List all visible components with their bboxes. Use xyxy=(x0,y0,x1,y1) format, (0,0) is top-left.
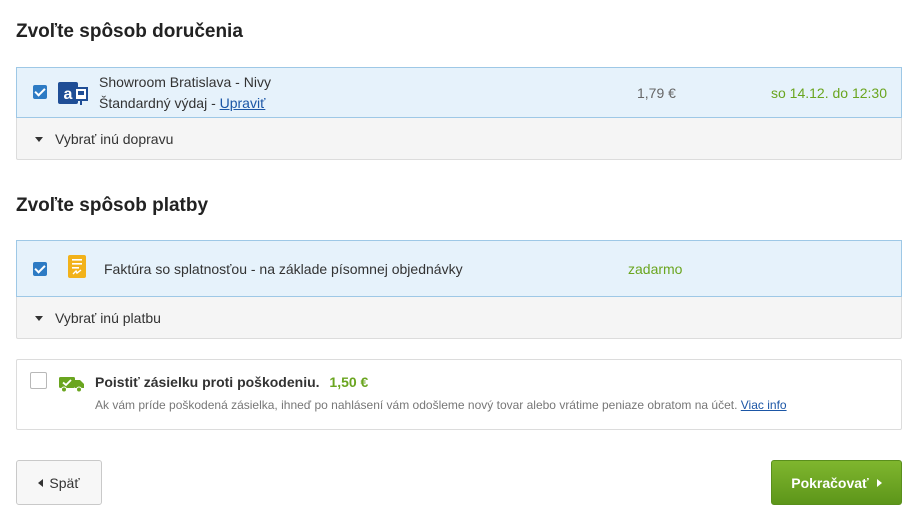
selected-payment-option[interactable]: Faktúra so splatnosťou - na základe píso… xyxy=(16,240,902,297)
payment-section-title: Zvoľte spôsob platby xyxy=(16,195,209,216)
edit-delivery-link[interactable]: Upraviť xyxy=(220,95,266,111)
chevron-left-icon xyxy=(38,478,44,487)
payment-checkbox[interactable] xyxy=(33,262,47,276)
alza-showroom-icon: a xyxy=(57,79,89,107)
insurance-description-line: Ak vám príde poškodená zásielka, ihneď p… xyxy=(95,398,787,412)
svg-text:a: a xyxy=(64,86,73,103)
delivery-eta: so 14.12. do 12:30 xyxy=(771,85,887,101)
choose-other-payment-button[interactable]: Vybrať inú platbu xyxy=(33,310,161,326)
delivery-price: 1,79 € xyxy=(637,85,676,101)
insurance-title: Poistiť zásielku proti poškodeniu. xyxy=(95,374,320,390)
delivery-method-text: Štandardný výdaj - xyxy=(99,95,216,111)
payment-option-name: Faktúra so splatnosťou - na základe píso… xyxy=(104,261,463,277)
chevron-right-icon xyxy=(876,478,882,487)
insurance-heading: Poistiť zásielku proti poškodeniu. 1,50 … xyxy=(95,374,368,390)
caret-down-icon xyxy=(35,315,43,321)
invoice-icon xyxy=(68,255,86,278)
payment-options-box: Faktúra so splatnosťou - na základe píso… xyxy=(16,240,902,339)
selected-delivery-option[interactable]: a Showroom Bratislava - Nivy Štandardný … xyxy=(16,67,902,118)
insurance-option: Poistiť zásielku proti poškodeniu. 1,50 … xyxy=(16,359,902,430)
delivery-section-title: Zvoľte spôsob doručenia xyxy=(16,21,243,42)
insurance-checkbox[interactable] xyxy=(30,372,47,389)
choose-other-delivery-label: Vybrať inú dopravu xyxy=(55,131,174,147)
back-button-label: Späť xyxy=(49,474,80,491)
continue-button[interactable]: Pokračovať xyxy=(771,460,902,505)
delivery-option-name: Showroom Bratislava - Nivy xyxy=(99,74,271,90)
delivery-truck-check-icon xyxy=(58,375,86,393)
delivery-options-box: a Showroom Bratislava - Nivy Štandardný … xyxy=(16,67,902,160)
payment-price: zadarmo xyxy=(628,261,683,277)
caret-down-icon xyxy=(35,136,43,142)
back-button[interactable]: Späť xyxy=(16,460,102,505)
choose-other-payment-label: Vybrať inú platbu xyxy=(55,310,161,326)
insurance-price: 1,50 € xyxy=(329,374,369,390)
delivery-checkbox[interactable] xyxy=(33,85,47,99)
insurance-description: Ak vám príde poškodená zásielka, ihneď p… xyxy=(95,398,738,412)
continue-button-label: Pokračovať xyxy=(791,474,869,491)
delivery-option-method: Štandardný výdaj - Upraviť xyxy=(99,95,265,111)
insurance-more-info-link[interactable]: Viac info xyxy=(741,398,787,412)
choose-other-delivery-button[interactable]: Vybrať inú dopravu xyxy=(33,131,173,147)
